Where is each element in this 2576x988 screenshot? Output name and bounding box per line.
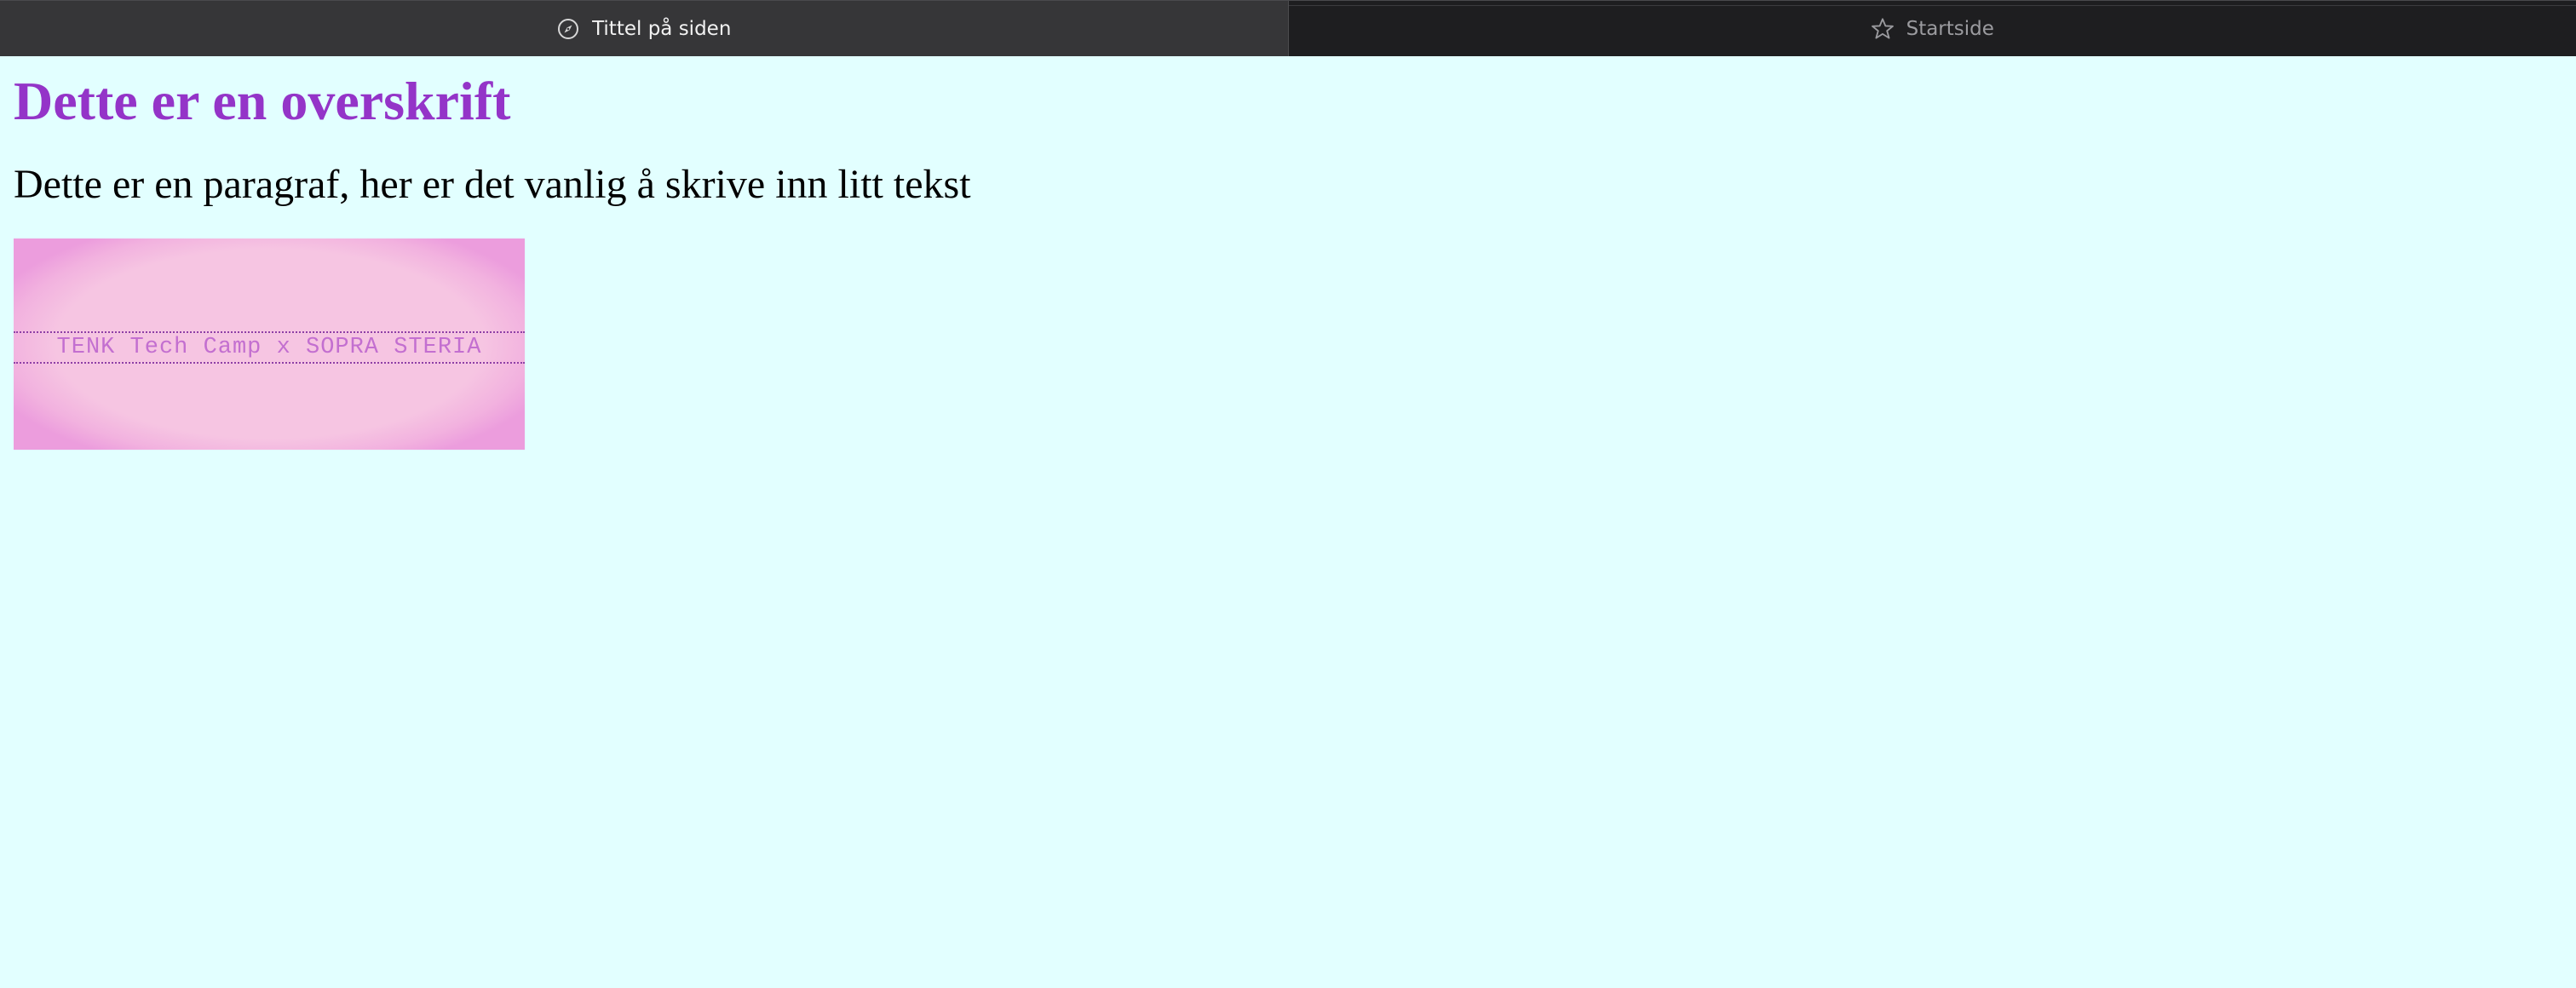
banner-image: TENK Tech Camp x SOPRA STERIA: [14, 238, 525, 450]
tab-bar: Tittel på siden Startside: [0, 0, 2576, 56]
page-paragraph: Dette er en paragraf, her er det vanlig …: [14, 162, 971, 207]
banner-text: TENK Tech Camp x SOPRA STERIA: [56, 335, 482, 360]
star-icon: [1871, 17, 1895, 41]
tab-label: Startside: [1906, 17, 1994, 40]
page-heading: Dette er en overskrift: [14, 71, 511, 131]
tab-label: Tittel på siden: [592, 17, 732, 40]
page-content: Dette er en overskrift Dette er en parag…: [0, 56, 2576, 988]
tab-startside[interactable]: Startside: [1288, 1, 2576, 56]
banner-band: TENK Tech Camp x SOPRA STERIA: [14, 331, 525, 364]
tab-tittel-pa-siden[interactable]: Tittel på siden: [0, 1, 1289, 56]
compass-icon: [556, 17, 580, 41]
